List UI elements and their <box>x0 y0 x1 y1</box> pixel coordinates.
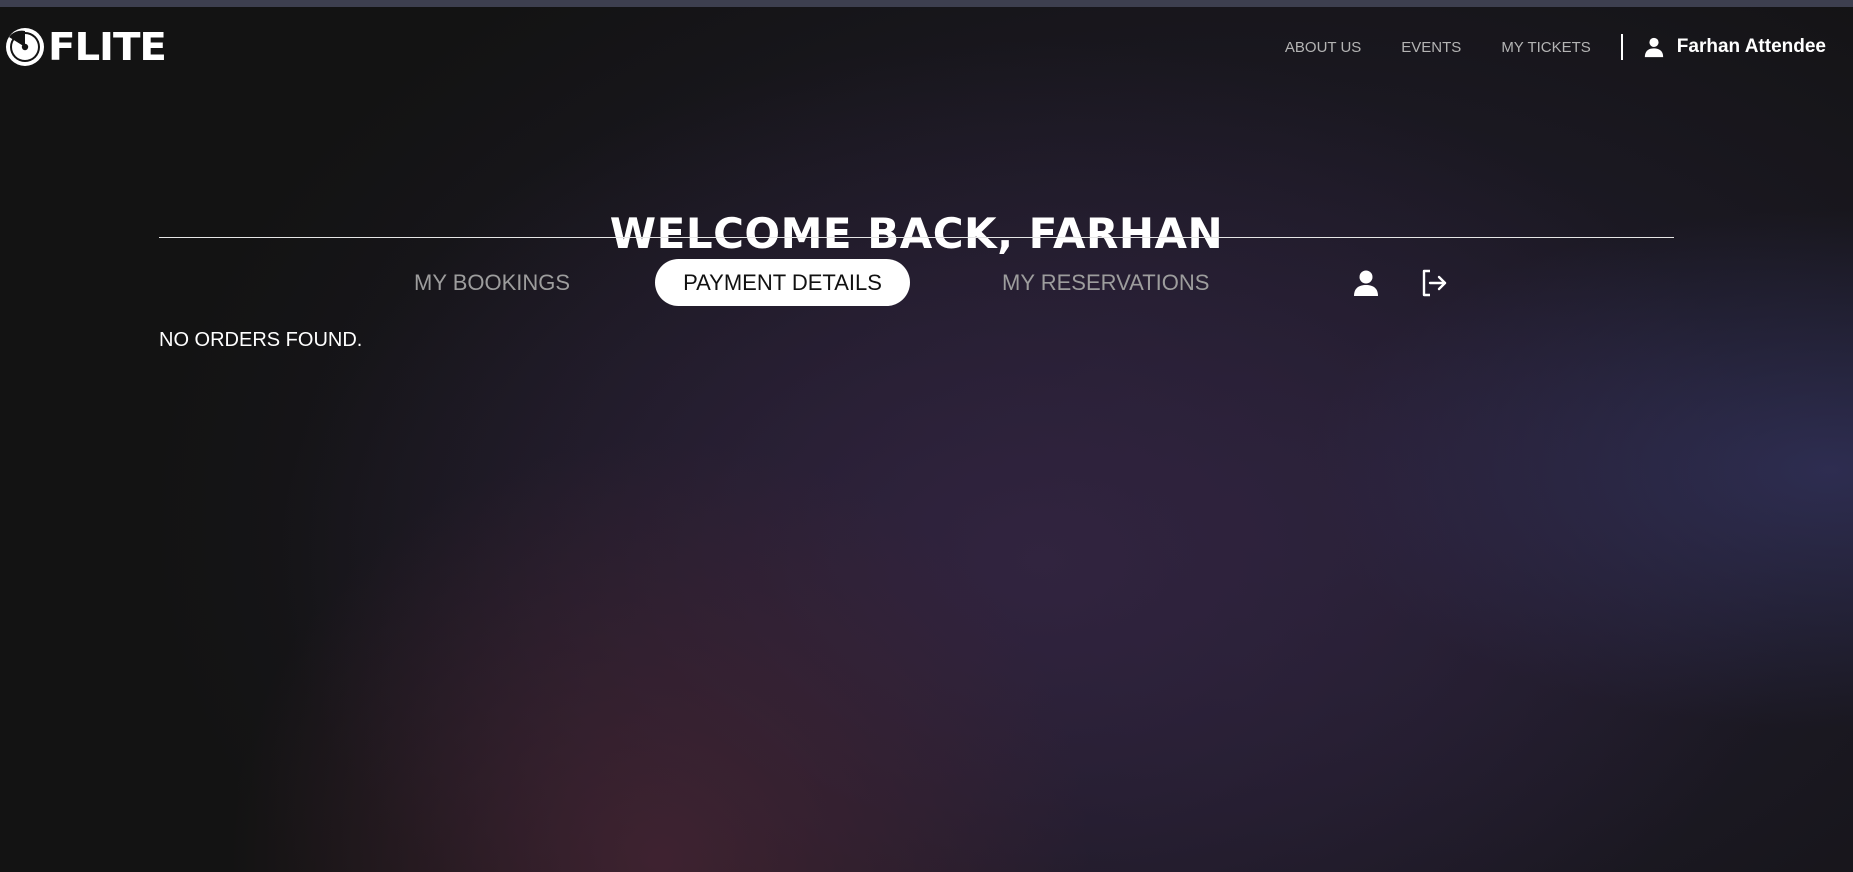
nav-divider <box>1620 34 1623 60</box>
top-nav: ABOUT US EVENTS MY TICKETS Farhan Attend… <box>1285 27 1853 67</box>
logo-text: FLITE <box>48 25 167 69</box>
page-title: WELCOME BACK, FARHAN <box>609 209 1224 259</box>
user-icon <box>1644 37 1663 58</box>
user-menu[interactable]: Farhan Attendee <box>1643 36 1826 58</box>
tab-my-reservations[interactable]: MY RESERVATIONS <box>1002 259 1209 306</box>
tab-my-bookings[interactable]: MY BOOKINGS <box>414 259 570 306</box>
profile-icon <box>1354 270 1378 296</box>
logout-button[interactable] <box>1419 268 1449 298</box>
nav-link-events[interactable]: EVENTS <box>1401 39 1461 56</box>
account-tabs: MY BOOKINGS PAYMENT DETAILS MY RESERVATI… <box>0 259 1853 306</box>
browser-top-strip <box>0 0 1853 7</box>
nav-link-my-tickets[interactable]: MY TICKETS <box>1501 39 1590 56</box>
title-divider <box>159 237 1674 238</box>
nav-link-about-us[interactable]: ABOUT US <box>1285 39 1361 56</box>
profile-button[interactable] <box>1351 268 1381 298</box>
logo-icon <box>6 28 44 66</box>
user-name: Farhan Attendee <box>1676 36 1826 57</box>
logo[interactable]: FLITE <box>5 27 167 67</box>
tab-payment-details[interactable]: PAYMENT DETAILS <box>655 259 910 306</box>
logout-icon <box>1422 269 1447 297</box>
site-header: FLITE ABOUT US EVENTS MY TICKETS Farhan … <box>0 7 1853 87</box>
page: FLITE ABOUT US EVENTS MY TICKETS Farhan … <box>0 0 1853 872</box>
empty-orders-message: NO ORDERS FOUND. <box>159 329 363 351</box>
